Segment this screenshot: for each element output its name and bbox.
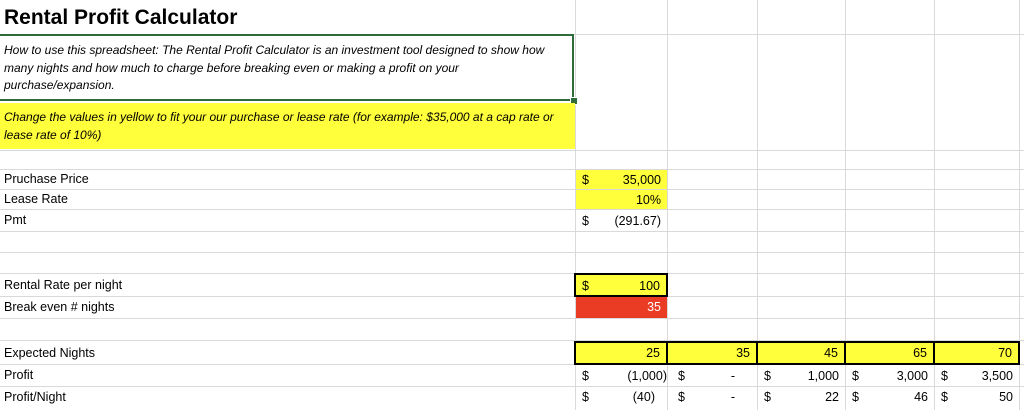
profit-night-cell-4[interactable]: $ 46 — [846, 388, 934, 408]
profit-value: - — [730, 369, 735, 383]
nights-value: 25 — [646, 346, 660, 360]
currency-symbol: $ — [582, 173, 589, 187]
profit-night-cell-2[interactable]: $ - — [668, 388, 757, 408]
profit-night-cell-3[interactable]: $ 22 — [758, 388, 845, 408]
instruction-text: Change the values in yellow to fit your … — [4, 110, 554, 142]
sheet-title[interactable]: Rental Profit Calculator — [4, 4, 237, 32]
pmt-value: (291.67) — [614, 214, 661, 228]
profit-cell-3[interactable]: $ 1,000 — [758, 366, 845, 386]
profit-value: 3,000 — [896, 369, 928, 383]
pmt-cell[interactable]: $ (291.67) — [576, 210, 667, 231]
profit-night-cell-1[interactable]: $ (40) — [576, 388, 667, 408]
currency-symbol: $ — [582, 390, 589, 404]
rental-rate-value: 100 — [639, 279, 660, 293]
profit-night-value: 46 — [914, 390, 928, 404]
currency-symbol: $ — [582, 369, 589, 383]
profit-night-cell-5[interactable]: $ 50 — [935, 388, 1019, 408]
profit-cell-1[interactable]: $ (1,000) — [576, 366, 667, 386]
profit-night-value: (40) — [632, 390, 655, 404]
rental-rate-label: Rental Rate per night — [4, 278, 123, 292]
break-even-label: Break even # nights — [4, 300, 115, 314]
profit-night-label: Profit/Night — [4, 390, 66, 404]
profit-night-value: - — [730, 390, 735, 404]
profit-value: 1,000 — [807, 369, 839, 383]
lease-rate-value: 10% — [635, 193, 661, 207]
profit-cell-2[interactable]: $ - — [668, 366, 757, 386]
profit-label: Profit — [4, 368, 34, 382]
how-to-text: How to use this spreadsheet: The Rental … — [4, 43, 545, 92]
nights-cell-1[interactable]: 25 — [574, 341, 668, 365]
instruction-cell[interactable]: Change the values in yellow to fit your … — [0, 103, 575, 149]
how-to-cell[interactable]: How to use this spreadsheet: The Rental … — [0, 34, 574, 101]
nights-cell-4[interactable]: 65 — [844, 341, 935, 365]
nights-value: 45 — [824, 346, 838, 360]
profit-night-value: 50 — [999, 390, 1013, 404]
lease-rate-label: Lease Rate — [4, 192, 68, 206]
expected-nights-label: Expected Nights — [4, 346, 96, 360]
purchase-price-value: 35,000 — [622, 173, 661, 187]
profit-value: 3,500 — [981, 369, 1013, 383]
currency-symbol: $ — [582, 214, 589, 228]
nights-cell-2[interactable]: 35 — [666, 341, 758, 365]
nights-value: 65 — [913, 346, 927, 360]
currency-symbol: $ — [941, 369, 948, 383]
nights-cell-5[interactable]: 70 — [933, 341, 1020, 365]
break-even-value: 35 — [647, 300, 661, 314]
pmt-label: Pmt — [4, 213, 27, 227]
break-even-cell[interactable]: 35 — [576, 297, 667, 318]
currency-symbol: $ — [678, 390, 685, 404]
rental-rate-cell[interactable]: $ 100 — [574, 273, 668, 297]
profit-cell-5[interactable]: $ 3,500 — [935, 366, 1019, 386]
nights-value: 35 — [736, 346, 750, 360]
currency-symbol: $ — [582, 279, 589, 293]
currency-symbol: $ — [764, 390, 771, 404]
purchase-price-label: Pruchase Price — [4, 172, 89, 186]
profit-value: (1,000) — [627, 369, 667, 383]
profit-cell-4[interactable]: $ 3,000 — [846, 366, 934, 386]
lease-rate-cell[interactable]: 10% — [576, 190, 667, 209]
purchase-price-cell[interactable]: $ 35,000 — [576, 170, 667, 189]
currency-symbol: $ — [678, 369, 685, 383]
profit-night-value: 22 — [825, 390, 839, 404]
nights-cell-3[interactable]: 45 — [756, 341, 846, 365]
currency-symbol: $ — [852, 369, 859, 383]
currency-symbol: $ — [941, 390, 948, 404]
currency-symbol: $ — [764, 369, 771, 383]
nights-value: 70 — [998, 346, 1012, 360]
currency-symbol: $ — [852, 390, 859, 404]
